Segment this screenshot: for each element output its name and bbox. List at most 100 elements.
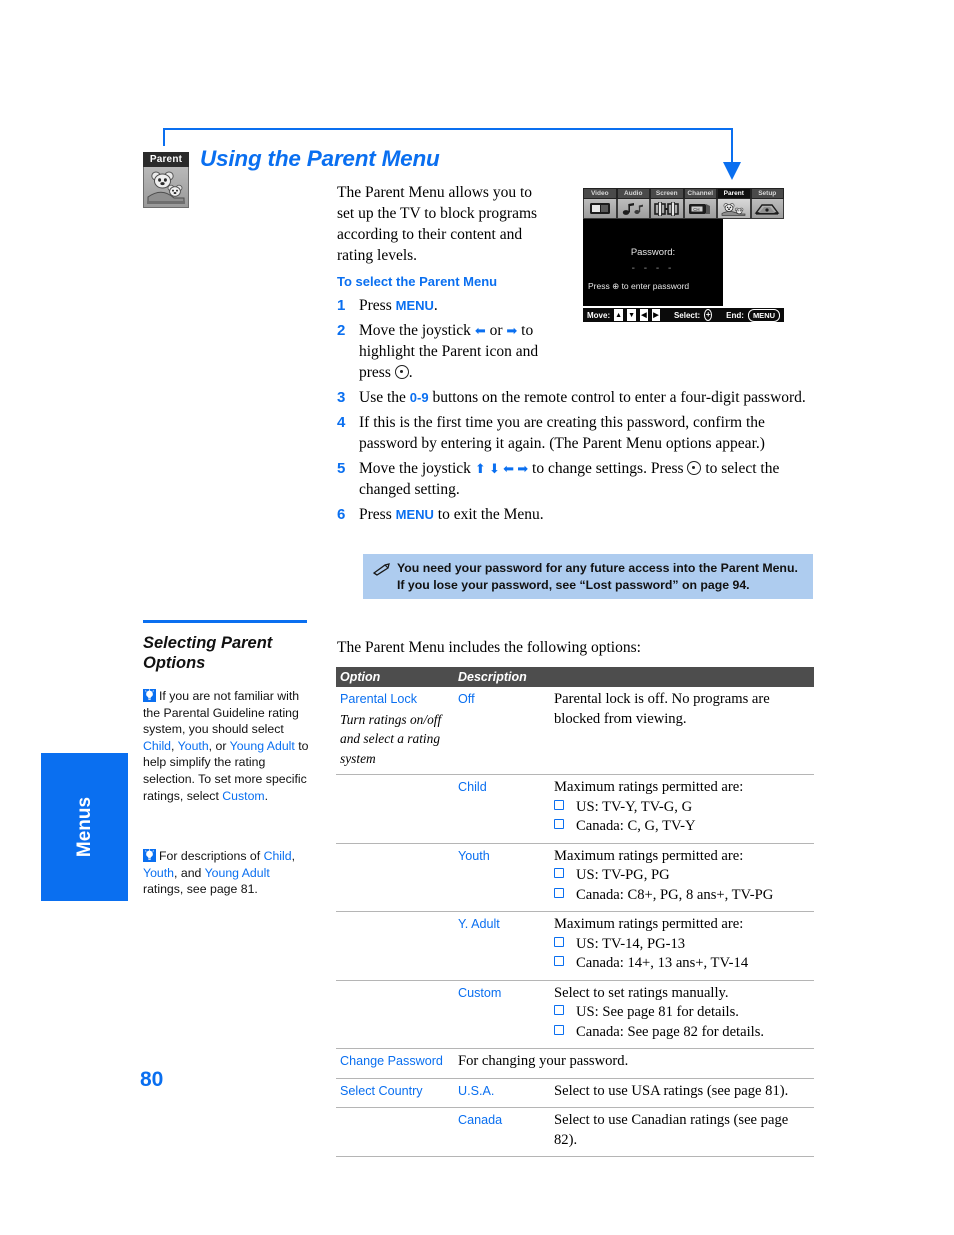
table-description-text: Parental lock is off. No programs are bl… — [554, 691, 770, 727]
section-subheading: Selecting Parent Options — [143, 634, 273, 672]
joystick-left-icon: ⬅ — [474, 323, 486, 338]
step-2-d: . — [408, 364, 413, 381]
tv-menu-tab-bar: Video Audio Screen Channel CH Parent Set… — [583, 188, 784, 219]
menu-key-label: MENU — [395, 298, 434, 313]
lightbulb-tip-icon — [143, 849, 156, 862]
tip-2: For descriptions of Child, Youth, and Yo… — [143, 848, 313, 898]
tip-1-link-custom: Custom — [222, 788, 265, 803]
tv-tab-parent: Parent — [717, 188, 751, 219]
step-3: 3 Use the 0-9 buttons on the remote cont… — [337, 387, 815, 408]
section-rule — [143, 620, 307, 623]
table-option-link[interactable]: Change Password — [340, 1054, 443, 1068]
table-value-link[interactable]: Child — [458, 780, 487, 794]
table-bullet-item: US: TV-Y, TV-G, G — [554, 798, 810, 818]
top-rule — [163, 128, 733, 130]
table-cell-option: Change Password — [336, 1048, 454, 1078]
parent-chapter-icon-label: Parent — [143, 152, 189, 167]
table-bullet-item: Canada: 14+, 13 ans+, TV-14 — [554, 954, 810, 974]
table-description-text: Maximum ratings permitted are: — [554, 779, 744, 795]
table-bullet-item: US: TV-14, PG-13 — [554, 935, 810, 955]
down-arrow-icon — [723, 162, 741, 180]
table-row: Youth Maximum ratings permitted are: US: T… — [336, 842, 814, 912]
bullet-square-icon — [554, 887, 564, 898]
tip-2-link-youth: Youth — [143, 865, 175, 880]
step-5-number: 5 — [337, 460, 346, 477]
table-row: Canada Select to use Canadian ratings (se… — [336, 1107, 814, 1157]
step-3-number: 3 — [337, 389, 346, 406]
table-intro: The Parent Menu includes the following o… — [337, 639, 641, 656]
step-4-text: If this is the first time you are creati… — [359, 414, 765, 452]
joystick-directions-icon: ⬆ ⬇ ⬅ ➡ — [474, 461, 529, 476]
step-4-number: 4 — [337, 414, 346, 431]
parent-options-table: Option Description Parental Lock Turn rat… — [336, 667, 814, 1157]
table-value-link[interactable]: Canada — [458, 1113, 502, 1127]
table-option-subtext: Turn ratings on/off and select a rating … — [340, 711, 442, 766]
step-6: 6 Press MENU to exit the Menu. — [337, 504, 815, 525]
step-1-post: . — [433, 297, 438, 314]
steps-heading: To select the Parent Menu — [337, 274, 498, 289]
table-cell-value: Canada — [454, 1107, 550, 1157]
tip-1: If you are not familiar with the Parenta… — [143, 688, 313, 804]
table-cell-option — [336, 1107, 454, 1157]
table-header-option: Option — [336, 667, 454, 687]
table-cell-description: Select to use Canadian ratings (see page… — [550, 1107, 814, 1157]
step-1-pre: Press — [359, 297, 396, 314]
procedure-steps: To select the Parent Menu 1 Press MENU. … — [337, 274, 815, 529]
tip-2-link-child: Child — [263, 849, 292, 863]
chapter-side-tab: Menus — [41, 753, 128, 901]
table-description-text: Maximum ratings permitted are: — [554, 916, 744, 932]
step-5-text: Move the joystick ⬆ ⬇ ⬅ ➡ to change sett… — [359, 458, 815, 500]
table-cell-description: Select to set ratings manually. US: See p… — [550, 979, 814, 1049]
step-6-b: to exit the Menu. — [433, 506, 544, 523]
tv-password-label: Password: — [630, 247, 676, 258]
step-5: 5 Move the joystick ⬆ ⬇ ⬅ ➡ to change se… — [337, 458, 815, 500]
table-bullet-item: Canada: C, G, TV-Y — [554, 817, 810, 837]
chapter-side-tab-label: Menus — [73, 796, 95, 858]
table-cell-option — [336, 911, 454, 980]
table-cell-description: Parental lock is off. No programs are bl… — [550, 687, 814, 775]
table-cell-value: Custom — [454, 979, 550, 1049]
tip-1-b: , — [171, 738, 178, 753]
table-value-link[interactable]: Youth — [458, 849, 490, 863]
table-cell-value: Child — [454, 774, 550, 843]
setup-icon — [750, 199, 784, 219]
table-cell-option: Parental Lock Turn ratings on/off and sel… — [336, 687, 454, 775]
table-value-link[interactable]: Y. Adult — [458, 917, 500, 931]
screen-icon — [650, 199, 684, 219]
table-bullet-item: Canada: C8+, PG, 8 ans+, TV-PG — [554, 886, 810, 906]
table-option-link[interactable]: Select Country — [340, 1084, 423, 1098]
step-1-text: Press MENU. — [359, 295, 559, 316]
table-cell-value: Off — [454, 687, 550, 775]
bullet-square-icon — [554, 956, 564, 966]
tip-1-a: If you are not familiar with the Parenta… — [143, 689, 300, 737]
tip-1-e: . — [264, 788, 269, 803]
tv-tab-channel-label: Channel — [683, 188, 717, 199]
step-5-b: to change settings. Press — [528, 460, 688, 477]
table-value-link[interactable]: Custom — [458, 986, 501, 1000]
tip-2-a: For descriptions of — [159, 849, 264, 863]
table-option-link[interactable]: Parental Lock — [340, 692, 417, 706]
table-value-link[interactable]: U.S.A. — [458, 1084, 494, 1098]
table-cell-value: Y. Adult — [454, 911, 550, 980]
note-text: You need your password for any future ac… — [397, 561, 798, 592]
tv-tab-video-label: Video — [583, 188, 617, 199]
step-6-a: Press — [359, 506, 396, 523]
joystick-right-icon: ➡ — [506, 323, 518, 338]
manual-page: Parent Using the Parent Menu The Parent … — [0, 0, 954, 1235]
joystick-press-icon — [687, 461, 702, 475]
step-1: 1 Press MENU. — [337, 295, 815, 316]
joystick-press-icon — [394, 365, 409, 379]
channel-icon: CH — [683, 199, 717, 219]
step-6-text: Press MENU to exit the Menu. — [359, 504, 544, 525]
table-description-text: Maximum ratings permitted are: — [554, 847, 744, 864]
tip-1-link-young-adult: Young Adult — [229, 738, 295, 753]
table-row: Y. Adult Maximum ratings permitted are: US… — [336, 911, 814, 980]
step-4: 4 If this is the first time you are crea… — [337, 412, 815, 454]
tip-2-d: ratings, see page 81. — [143, 882, 258, 897]
table-cell-value: U.S.A. — [454, 1077, 550, 1108]
step-2-text: Move the joystick ⬅ or ➡ to highlight th… — [359, 320, 559, 383]
table-row: Custom Select to set ratings manually. US:… — [336, 979, 814, 1049]
tip-2-link-young-adult: Young Adult — [204, 865, 270, 880]
table-value-link[interactable]: Off — [458, 692, 475, 706]
tip-2-b: , — [291, 849, 296, 863]
